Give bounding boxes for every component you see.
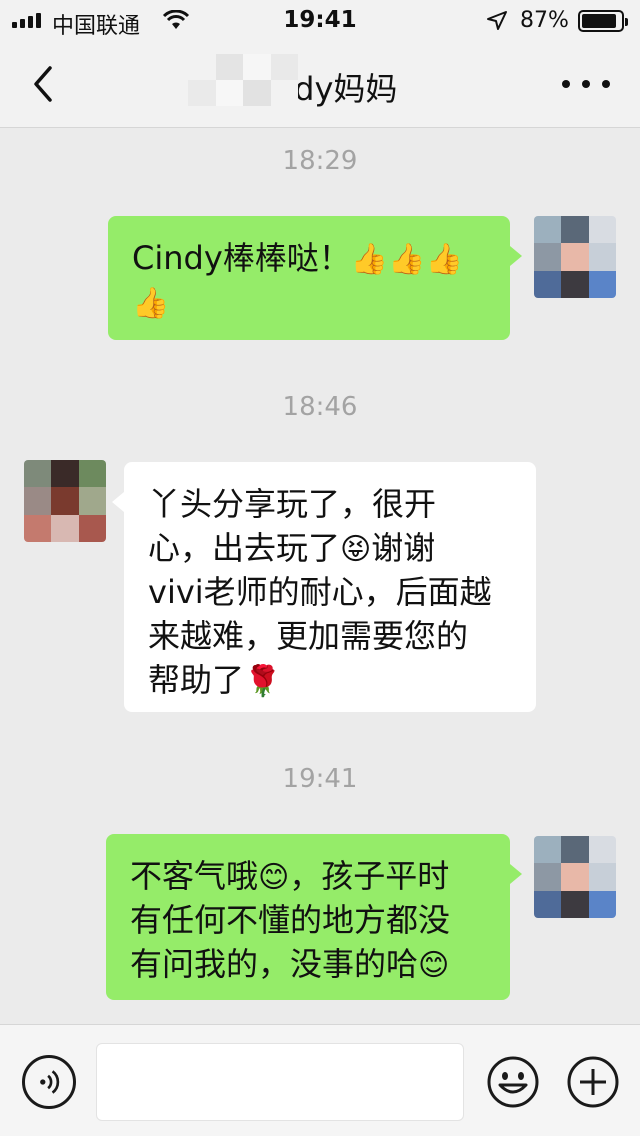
thumbs-up-emoji: 👍: [388, 242, 426, 277]
thumbs-up-emoji: 👍: [350, 242, 389, 277]
battery-icon: [578, 10, 628, 32]
chat-header: Cindy妈妈: [0, 40, 640, 128]
thumbs-up-emoji: 👍: [132, 286, 170, 321]
blurred-name-block: [188, 54, 298, 106]
outgoing-message[interactable]: 不客气哦😊，孩子平时 有任何不懂的地方都没 有问我的，没事的哈😊: [106, 834, 522, 1000]
voice-icon[interactable]: [22, 1055, 76, 1109]
incoming-message[interactable]: 丫头分享玩了，很开 心，出去玩了😝谢谢 vivi老师的耐心，后面越 来越难，更加…: [112, 462, 536, 712]
message-timestamp: 18:46: [282, 392, 358, 422]
input-bar: [0, 1024, 640, 1136]
smiling-emoji: 😊: [418, 948, 450, 983]
message-text: 帮助了: [148, 661, 245, 699]
plus-icon[interactable]: [566, 1055, 620, 1109]
message-text: 不客气哦: [130, 857, 259, 895]
message-timestamp: 18:29: [282, 146, 358, 176]
rose-emoji: 🌹: [244, 664, 282, 699]
page-title: Cindy妈妈: [242, 70, 398, 108]
message-text: Cindy棒棒哒！: [132, 239, 351, 277]
my-avatar[interactable]: [534, 216, 616, 298]
message-text: 心，出去玩了: [148, 529, 341, 567]
status-bar: 中国联通 19:41 87%: [0, 0, 640, 40]
message-text: 来越难，更加需要您的: [148, 617, 469, 655]
location-arrow-icon: [487, 11, 507, 30]
message-input[interactable]: [96, 1043, 464, 1121]
squinting-tongue-emoji: 😝: [340, 532, 372, 567]
message-timestamp: 19:41: [282, 764, 358, 794]
emoji-icon[interactable]: [486, 1055, 540, 1109]
message-text: ，孩子平时: [289, 857, 450, 895]
more-dots-icon[interactable]: [562, 76, 610, 92]
smiling-emoji: 😊: [258, 860, 290, 895]
message-text: 有任何不懂的地方都没: [130, 901, 451, 939]
outgoing-message[interactable]: Cindy棒棒哒！👍👍👍 👍: [108, 216, 522, 340]
contact-avatar[interactable]: [24, 460, 106, 542]
battery-percent: 87%: [520, 8, 569, 33]
thumbs-up-emoji: 👍: [425, 242, 463, 277]
message-text: 谢谢: [371, 529, 436, 567]
message-text: vivi老师的耐心，后面越: [148, 573, 492, 611]
message-text: 丫头分享玩了，很开: [148, 485, 437, 523]
my-avatar[interactable]: [534, 836, 616, 918]
message-text: 有问我的，没事的哈: [130, 945, 419, 983]
